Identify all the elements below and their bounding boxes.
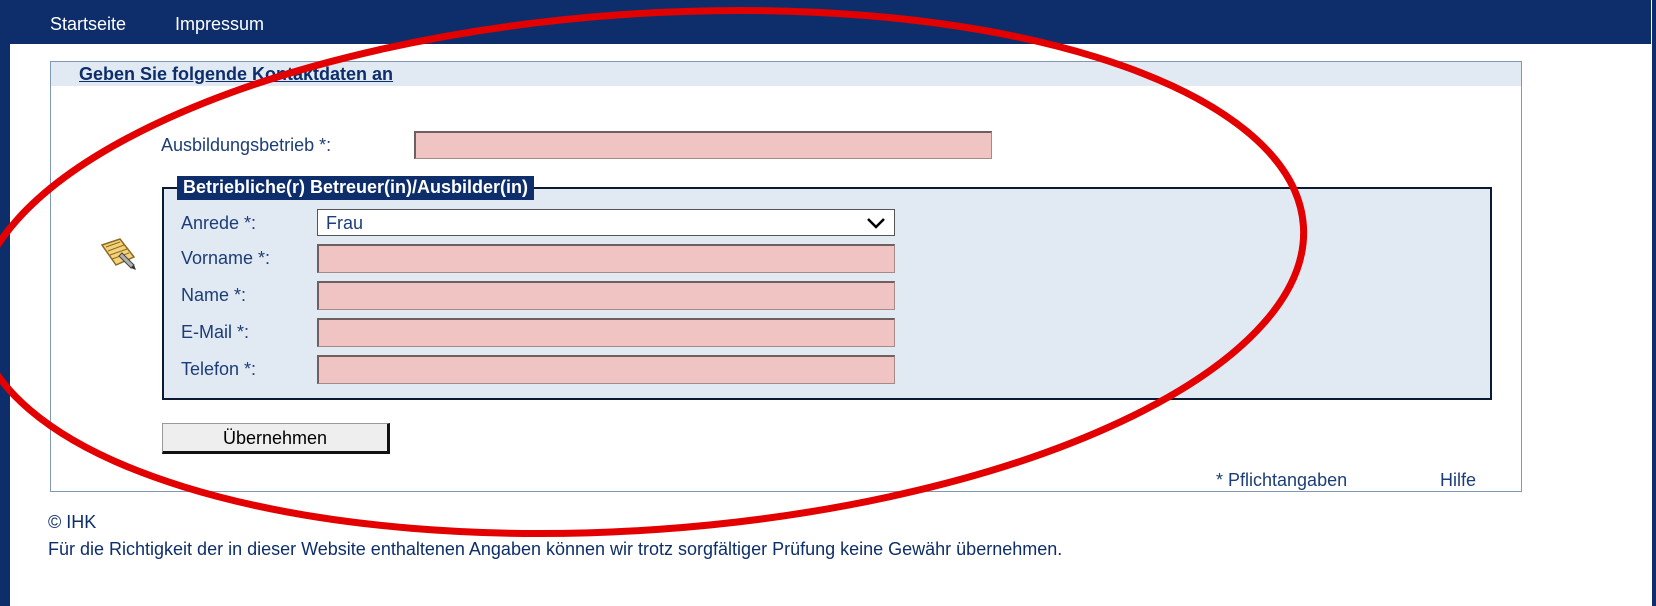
- nav-link-impressum[interactable]: Impressum: [175, 14, 264, 35]
- edit-note-icon: [98, 235, 138, 276]
- salutation-select[interactable]: Frau: [317, 209, 895, 236]
- salutation-value: Frau: [326, 213, 364, 233]
- supervisor-legend: Betriebliche(r) Betreuer(in)/Ausbilder(i…: [177, 176, 535, 200]
- email-label: E-Mail *:: [181, 322, 250, 342]
- company-label: Ausbildungsbetrieb *:: [161, 135, 332, 155]
- submit-button[interactable]: Übernehmen: [162, 423, 390, 454]
- phone-input[interactable]: [317, 355, 895, 384]
- phone-label: Telefon *:: [181, 359, 257, 379]
- company-input[interactable]: [414, 131, 992, 159]
- email-input[interactable]: [317, 318, 895, 347]
- chevron-down-icon: [866, 214, 886, 235]
- help-link[interactable]: Hilfe: [1440, 470, 1476, 491]
- lastname-label: Name *:: [181, 285, 247, 305]
- disclaimer-text: Für die Richtigkeit der in dieser Websit…: [48, 539, 1063, 559]
- required-fields-note: * Pflichtangaben: [1216, 470, 1348, 490]
- copyright-text: © IHK: [48, 512, 97, 532]
- nav-link-startseite[interactable]: Startseite: [50, 14, 126, 35]
- top-navigation: Startseite Impressum: [10, 0, 1651, 44]
- firstname-input[interactable]: [317, 244, 895, 273]
- lastname-input[interactable]: [317, 281, 895, 310]
- salutation-label: Anrede *:: [181, 213, 257, 233]
- panel-title: Geben Sie folgende Kontaktdaten an: [51, 62, 1521, 86]
- firstname-label: Vorname *:: [181, 248, 271, 268]
